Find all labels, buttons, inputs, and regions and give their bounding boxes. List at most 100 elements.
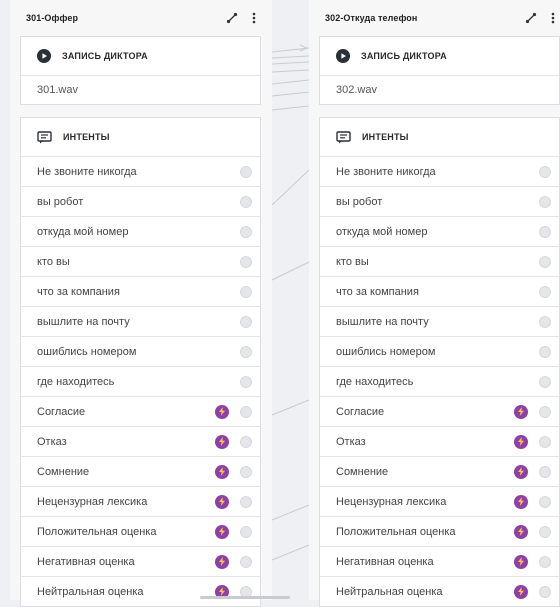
intent-row[interactable]: что за компания — [320, 276, 559, 306]
output-port-radio[interactable] — [240, 315, 252, 328]
intent-label: кто вы — [37, 255, 70, 268]
output-port-radio[interactable] — [240, 255, 252, 268]
output-port-radio[interactable] — [539, 585, 551, 598]
output-port-radio[interactable] — [539, 555, 551, 568]
output-port-radio[interactable] — [539, 165, 551, 178]
intent-row[interactable]: Не звоните никогда — [320, 156, 559, 186]
intent-label: где находитесь — [37, 375, 115, 388]
intent-label: Нецензурная лексика — [37, 495, 148, 508]
intent-row[interactable]: ошиблись номером — [21, 336, 260, 366]
intent-row[interactable]: Не звоните никогда — [21, 156, 260, 186]
intent-row[interactable]: Согласие — [320, 396, 559, 426]
speaker-record-header: ЗАПИСЬ ДИКТОРА — [320, 37, 559, 75]
output-port-radio[interactable] — [240, 375, 252, 388]
intent-row[interactable]: кто вы — [320, 246, 559, 276]
output-port-radio[interactable] — [539, 495, 551, 508]
output-port-radio[interactable] — [240, 345, 252, 358]
lightning-icon — [514, 434, 528, 449]
intent-row[interactable]: Негативная оценка — [21, 546, 260, 576]
lightning-icon — [215, 494, 229, 509]
intent-row[interactable]: Сомнение — [320, 456, 559, 486]
intent-label: кто вы — [336, 255, 369, 268]
intent-row[interactable]: что за компания — [21, 276, 260, 306]
intent-row[interactable]: вышлите на почту — [320, 306, 559, 336]
intent-row[interactable]: откуда мой номер — [320, 216, 559, 246]
horizontal-scrollbar[interactable] — [200, 596, 290, 599]
intent-row[interactable]: Согласие — [21, 396, 260, 426]
speaker-record-card: ЗАПИСЬ ДИКТОРА 302.wav — [319, 36, 560, 105]
output-port-radio[interactable] — [539, 225, 551, 238]
play-icon[interactable] — [37, 49, 51, 63]
more-vertical-icon[interactable] — [248, 11, 260, 25]
intent-label: Не звоните никогда — [336, 165, 436, 178]
intent-label: Негативная оценка — [37, 555, 135, 568]
intent-label: Положительная оценка — [336, 525, 456, 538]
intent-row[interactable]: Нецензурная лексика — [21, 486, 260, 516]
output-port-radio[interactable] — [240, 195, 252, 208]
intent-row[interactable]: Нейтральная оценка — [21, 576, 260, 606]
intent-label: Негативная оценка — [336, 555, 434, 568]
connect-link-icon[interactable] — [525, 11, 537, 25]
play-icon[interactable] — [336, 49, 350, 63]
intent-row[interactable]: Отказ — [21, 426, 260, 456]
lightning-icon — [514, 524, 528, 539]
intent-row[interactable]: Негативная оценка — [320, 546, 559, 576]
node-header: 301-Оффер — [10, 0, 272, 36]
intent-label: вышлите на почту — [37, 315, 130, 328]
lightning-icon — [215, 464, 229, 479]
intent-row[interactable]: кто вы — [21, 246, 260, 276]
audio-file-name[interactable]: 301.wav — [21, 75, 260, 104]
intent-row[interactable]: Сомнение — [21, 456, 260, 486]
output-port-radio[interactable] — [240, 165, 252, 178]
intent-label: Сомнение — [37, 465, 90, 478]
output-port-radio[interactable] — [539, 375, 551, 388]
output-port-radio[interactable] — [240, 495, 252, 508]
intent-label: что за компания — [336, 285, 419, 298]
intents-label: ИНТЕНТЫ — [63, 132, 110, 142]
output-port-radio[interactable] — [539, 435, 551, 448]
intent-label: Не звоните никогда — [37, 165, 137, 178]
intent-row[interactable]: откуда мой номер — [21, 216, 260, 246]
intent-label: что за компания — [37, 285, 120, 298]
output-port-radio[interactable] — [539, 195, 551, 208]
intent-label: Отказ — [336, 435, 366, 448]
output-port-radio[interactable] — [240, 525, 252, 538]
intent-row[interactable]: где находитесь — [320, 366, 559, 396]
output-port-radio[interactable] — [240, 435, 252, 448]
lightning-icon — [514, 464, 528, 479]
lightning-icon — [514, 584, 528, 599]
output-port-radio[interactable] — [539, 405, 551, 418]
node-301-offer[interactable]: 301-Оффер ЗАПИСЬ ДИКТОРА 301.wav ИНТЕНТЫ Не … — [10, 0, 272, 607]
intent-label: Нейтральная оценка — [336, 585, 443, 598]
output-port-radio[interactable] — [539, 525, 551, 538]
output-port-radio[interactable] — [539, 465, 551, 478]
node-title: 302-Откуда телефон — [325, 13, 418, 23]
intent-row[interactable]: Нейтральная оценка — [320, 576, 559, 606]
intent-row[interactable]: Положительная оценка — [21, 516, 260, 546]
intent-row[interactable]: Положительная оценка — [320, 516, 559, 546]
intent-row[interactable]: вышлите на почту — [21, 306, 260, 336]
output-port-radio[interactable] — [240, 405, 252, 418]
output-port-radio[interactable] — [539, 285, 551, 298]
audio-file-name[interactable]: 302.wav — [320, 75, 559, 104]
more-vertical-icon[interactable] — [547, 11, 559, 25]
output-port-radio[interactable] — [539, 315, 551, 328]
output-port-radio[interactable] — [539, 345, 551, 358]
lightning-icon — [215, 554, 229, 569]
intent-row[interactable]: ошиблись номером — [320, 336, 559, 366]
intent-label: Сомнение — [336, 465, 389, 478]
output-port-radio[interactable] — [240, 285, 252, 298]
intent-row[interactable]: где находитесь — [21, 366, 260, 396]
intent-row[interactable]: Нецензурная лексика — [320, 486, 559, 516]
node-302-phone-origin[interactable]: 302-Откуда телефон ЗАПИСЬ ДИКТОРА 302.wav И… — [309, 0, 560, 607]
intent-label: вышлите на почту — [336, 315, 429, 328]
intent-row[interactable]: вы робот — [320, 186, 559, 216]
output-port-radio[interactable] — [240, 225, 252, 238]
intent-row[interactable]: вы робот — [21, 186, 260, 216]
connect-link-icon[interactable] — [226, 11, 238, 25]
intent-row[interactable]: Отказ — [320, 426, 559, 456]
intent-label: вы робот — [37, 195, 84, 208]
output-port-radio[interactable] — [539, 255, 551, 268]
output-port-radio[interactable] — [240, 465, 252, 478]
output-port-radio[interactable] — [240, 555, 252, 568]
